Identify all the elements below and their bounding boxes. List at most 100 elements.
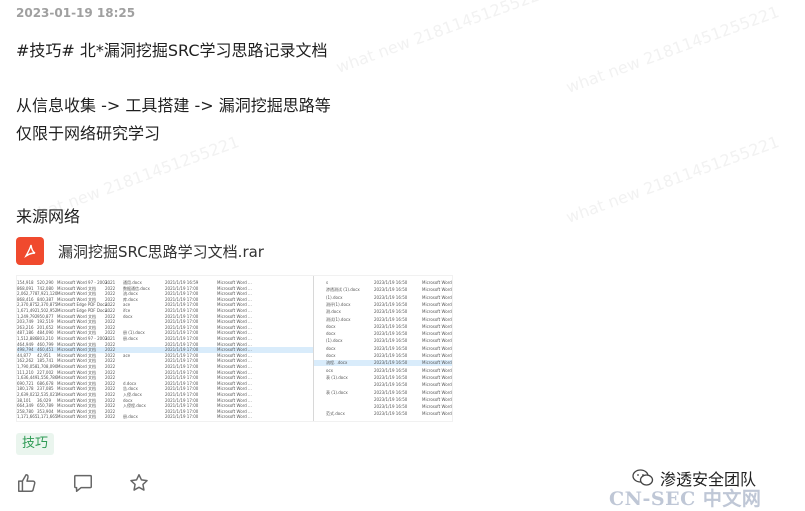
- file-cell: docx: [326, 323, 336, 329]
- file-cell: 2023/1/19 16:50: [374, 323, 408, 329]
- file-cell: Microsoft Word ...: [422, 309, 452, 315]
- attachment[interactable]: 漏洞挖掘SRC思路学习文档.rar: [16, 237, 264, 265]
- file-row[interactable]: 1,171,665 1,171,665 Microsoft Word 文档 2022 册…: [17, 414, 313, 420]
- file-cell: Microsoft Word ...: [217, 414, 252, 420]
- cn-sec-watermark: CN-SEC 中文网: [609, 488, 762, 510]
- file-explorer-screenshot[interactable]: 154,918 520,290 Microsoft Word 97 - 2003..…: [16, 275, 453, 422]
- file-cell: Microsoft Word ...: [422, 411, 452, 417]
- file-cell: 2023/1/19 16:50: [374, 316, 408, 322]
- file-cell: docx: [326, 345, 336, 351]
- file-cell: 表 (1).docx: [326, 389, 348, 395]
- file-cell: 测.docx: [326, 309, 341, 315]
- file-row[interactable]: 范式.docx 2023/1/19 16:50 Microsoft Word ...: [314, 411, 452, 417]
- like-icon[interactable]: [16, 472, 38, 494]
- file-cell: Microsoft Word ...: [422, 323, 452, 329]
- file-row[interactable]: 2023/1/19 16:50 Microsoft Word ...: [314, 404, 452, 410]
- comment-icon[interactable]: [72, 472, 94, 494]
- file-cell: Microsoft Word ...: [422, 294, 452, 300]
- file-cell: 2022: [105, 414, 116, 420]
- file-row[interactable]: 测试(1).docx 2023/1/19 16:50 Microsoft Word …: [314, 317, 452, 323]
- file-cell: (1).docx: [326, 338, 343, 344]
- post-title-line: #技巧# 北*漏洞挖掘SRC学习思路记录文档: [16, 41, 328, 60]
- file-row[interactable]: docx 2023/1/19 16:50 Microsoft Word ...: [314, 324, 452, 330]
- file-row[interactable]: docx 2023/1/19 16:50 Microsoft Word ...: [314, 331, 452, 337]
- file-row[interactable]: 测.docx 2023/1/19 16:50 Microsoft Word ...: [314, 309, 452, 315]
- file-cell: Microsoft Word ...: [422, 404, 452, 410]
- background-watermark: what new 21811451255221: [563, 2, 782, 97]
- file-cell: Microsoft Word ...: [422, 287, 452, 293]
- file-cell: Microsoft Word ...: [422, 360, 452, 366]
- file-cell: Microsoft Word ...: [422, 396, 452, 402]
- file-cell: 渗透测试 (1).docx: [326, 287, 360, 293]
- post-body-line: 从信息收集 -> 工具搭建 -> 漏洞挖掘思路等: [16, 96, 331, 115]
- file-row[interactable]: 2023/1/19 16:50 Microsoft Word ...: [314, 382, 452, 388]
- file-cell: Microsoft Word ...: [422, 367, 452, 373]
- file-cell: s: [326, 280, 329, 285]
- file-row[interactable]: 表 (1).docx 2023/1/19 16:50 Microsoft Word …: [314, 375, 452, 381]
- file-row[interactable]: 测评(1).docx 2023/1/19 16:50 Microsoft Word …: [314, 302, 452, 308]
- file-cell: 2023/1/19 16:50: [374, 301, 408, 307]
- file-row[interactable]: (1).docx 2023/1/19 16:50 Microsoft Word ..…: [314, 295, 452, 301]
- file-cell: Microsoft Word ...: [422, 331, 452, 337]
- post-source-line: 来源网络: [16, 207, 81, 226]
- file-cell: Microsoft Word 文档: [57, 414, 97, 420]
- file-row[interactable]: 渗透测试 (1).docx 2023/1/19 16:50 Microsoft Wo…: [314, 287, 452, 293]
- background-watermark: what new 21811451255221: [333, 0, 552, 77]
- file-cell: 流程. .docx: [326, 360, 348, 366]
- file-cell: Microsoft Word ...: [422, 301, 452, 307]
- file-row[interactable]: 表 (1).docx 2023/1/19 16:50 Microsoft Word …: [314, 390, 452, 396]
- file-row[interactable]: (1).docx 2023/1/19 16:50 Microsoft Word ..…: [314, 338, 452, 344]
- favorite-icon[interactable]: [128, 472, 150, 494]
- pdf-file-icon: [16, 237, 44, 265]
- file-cell: 1,171,665: [17, 414, 38, 420]
- file-cell: 2023/1/19 16:50: [374, 374, 408, 380]
- file-cell: 册.docx: [123, 414, 138, 420]
- file-cell: 测试(1).docx: [326, 316, 351, 322]
- file-cell: 2023/1/19 16:50: [374, 396, 408, 402]
- topic-tag[interactable]: 技巧: [16, 433, 55, 455]
- file-cell: Microsoft Word ...: [422, 374, 452, 380]
- file-cell: 1,171,665: [37, 414, 58, 420]
- file-row[interactable]: 2023/1/19 16:50 Microsoft Word ...: [314, 397, 452, 403]
- background-watermark: what new 21811451255221: [563, 132, 782, 227]
- file-cell: 2023/1/19 16:50: [374, 411, 408, 417]
- file-cell: Microsoft Word ...: [422, 345, 452, 351]
- file-cell: docx: [326, 331, 336, 337]
- file-list-right: s2023/1/19 16:50Microsoft Word ...渗透测试 (…: [314, 276, 452, 421]
- file-cell: Microsoft Word ...: [422, 389, 452, 395]
- file-cell: 2023/1/19 16:50: [374, 404, 408, 410]
- file-cell: 2023/1/19 16:50: [374, 331, 408, 337]
- file-row[interactable]: docx 2023/1/19 16:50 Microsoft Word ...: [314, 353, 452, 359]
- post-timestamp: 2023-01-19 18:25: [16, 6, 136, 20]
- file-cell: (1).docx: [326, 294, 343, 300]
- file-cell: 2023/1/19 16:50: [374, 287, 408, 293]
- file-cell: 2023/1/19 16:50: [374, 345, 408, 351]
- file-cell: 2023/1/19 16:50: [374, 353, 408, 358]
- file-cell: Microsoft Word ...: [422, 316, 452, 322]
- file-cell: 2023/1/19 16:50: [374, 294, 408, 300]
- file-cell: 2023/1/19 16:50: [374, 280, 408, 285]
- file-cell: 范式.docx: [326, 411, 345, 417]
- file-cell: 2023/1/19 16:50: [374, 382, 408, 388]
- file-cell: 2023/1/19 16:50: [374, 360, 408, 366]
- file-cell: Microsoft Word ...: [422, 280, 452, 285]
- file-cell: 2023/1/19 16:50: [374, 338, 408, 344]
- file-cell: Microsoft Word ...: [422, 353, 452, 358]
- file-cell: Microsoft Word ...: [422, 338, 452, 344]
- file-cell: Microsoft Word ...: [422, 382, 452, 388]
- file-cell: 2023/1/19 16:50: [374, 309, 408, 315]
- file-row[interactable]: docx 2023/1/19 16:50 Microsoft Word ...: [314, 346, 452, 352]
- file-cell: 表 (1).docx: [326, 374, 348, 380]
- file-cell: ocx: [326, 367, 334, 373]
- attachment-name[interactable]: 漏洞挖掘SRC思路学习文档.rar: [58, 241, 264, 262]
- file-cell: 2023/1/19 16:50: [374, 367, 408, 373]
- file-cell: 2021/1/19 17:00: [165, 414, 199, 420]
- file-cell: 测评(1).docx: [326, 301, 351, 307]
- action-bar: [16, 472, 184, 494]
- file-cell: 2023/1/19 16:50: [374, 389, 408, 395]
- post-body-line: 仅限于网络研究学习: [16, 124, 161, 143]
- file-list-left: 154,918 520,290 Microsoft Word 97 - 2003..…: [17, 276, 313, 421]
- file-row[interactable]: s 2023/1/19 16:50 Microsoft Word ...: [314, 280, 452, 286]
- file-row[interactable]: 流程. .docx 2023/1/19 16:50 Microsoft Word .…: [314, 360, 452, 367]
- file-row[interactable]: ocx 2023/1/19 16:50 Microsoft Word ...: [314, 368, 452, 374]
